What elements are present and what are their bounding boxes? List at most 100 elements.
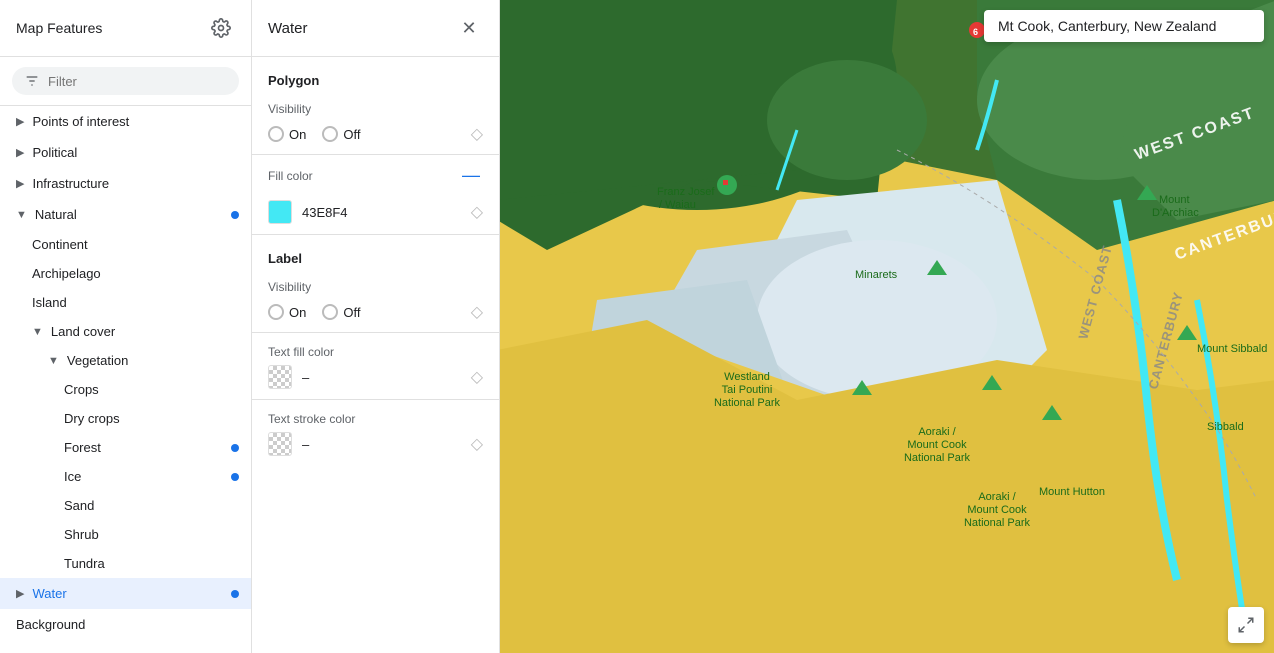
- label-radio-off-circle: [322, 304, 338, 320]
- sidebar-item-dry-crops[interactable]: Dry crops: [0, 404, 251, 433]
- sidebar-item-tundra[interactable]: Tundra: [0, 549, 251, 578]
- chevron-right-icon: ▶: [16, 146, 24, 159]
- radio-on-circle: [268, 126, 284, 142]
- sidebar-item-infrastructure[interactable]: ▶ Infrastructure: [0, 168, 251, 199]
- fill-color-value-row: 43E8F4 ◇: [252, 196, 499, 234]
- chevron-down-icon: ▼: [48, 355, 59, 367]
- settings-button[interactable]: [207, 14, 235, 42]
- on-label: On: [289, 305, 306, 320]
- sidebar-item-forest[interactable]: Forest: [0, 433, 251, 462]
- svg-text:Mount Hutton: Mount Hutton: [1039, 486, 1105, 498]
- fill-color-swatch[interactable]: [268, 200, 292, 224]
- text-stroke-color-label: Text stroke color: [268, 412, 355, 426]
- label-visibility-row: On Off ◇: [252, 298, 499, 332]
- visibility-on-option[interactable]: On: [268, 126, 306, 142]
- sidebar-item-label: Shrub: [64, 527, 99, 542]
- label-visibility-off-option[interactable]: Off: [322, 304, 360, 320]
- text-stroke-color-value: –: [302, 437, 461, 452]
- sidebar-item-water[interactable]: ▶ Water: [0, 578, 251, 609]
- fill-color-label: Fill color: [268, 169, 313, 183]
- modified-dot: [231, 473, 239, 481]
- svg-text:Franz Josef: Franz Josef: [657, 186, 715, 198]
- sidebar-item-natural[interactable]: ▼ Natural: [0, 199, 251, 230]
- sidebar-item-label: Ice: [64, 469, 81, 484]
- sidebar-item-label: Sand: [64, 498, 94, 513]
- modified-dot: [231, 444, 239, 452]
- chevron-right-icon: ▶: [16, 587, 24, 600]
- text-stroke-color-swatch[interactable]: [268, 432, 292, 456]
- diamond-icon[interactable]: ◇: [471, 302, 483, 322]
- sidebar-item-shrub[interactable]: Shrub: [0, 520, 251, 549]
- sidebar-item-crops[interactable]: Crops: [0, 375, 251, 404]
- modified-dot: [231, 590, 239, 598]
- map-expand-button[interactable]: [1228, 607, 1264, 643]
- sidebar-item-label: Land cover: [51, 324, 115, 339]
- text-fill-color-value: –: [302, 370, 461, 385]
- modified-dot: [231, 211, 239, 219]
- svg-text:National Park: National Park: [904, 452, 971, 464]
- diamond-icon[interactable]: ◇: [471, 124, 483, 144]
- sidebar-item-label: Political: [32, 145, 77, 160]
- diamond-icon[interactable]: ◇: [471, 434, 483, 454]
- sidebar-item-label: Points of interest: [32, 114, 129, 129]
- diamond-icon[interactable]: ◇: [471, 367, 483, 387]
- sidebar-item-sand[interactable]: Sand: [0, 491, 251, 520]
- polygon-section-title: Polygon: [252, 57, 499, 92]
- expand-icon: [1237, 616, 1255, 634]
- svg-text:Minarets: Minarets: [855, 269, 898, 281]
- sidebar-item-label: Island: [32, 295, 67, 310]
- filter-input[interactable]: [48, 74, 227, 89]
- sidebar-item-label: Continent: [32, 237, 88, 252]
- left-panel: Map Features ▶ Points of interest ▶ Poli…: [0, 0, 252, 653]
- mid-header: Water ✕: [252, 0, 499, 57]
- sidebar-item-vegetation[interactable]: ▼ Vegetation: [0, 346, 251, 375]
- text-fill-color-swatch[interactable]: [268, 365, 292, 389]
- map-search-value: Mt Cook, Canterbury, New Zealand: [998, 18, 1216, 34]
- off-label: Off: [343, 127, 360, 142]
- off-label: Off: [343, 305, 360, 320]
- mid-panel: Water ✕ Polygon Visibility On Off ◇ Fill…: [252, 0, 500, 653]
- sidebar-item-land-cover[interactable]: ▼ Land cover: [0, 317, 251, 346]
- radio-off-circle: [322, 126, 338, 142]
- text-stroke-label-row: Text stroke color: [252, 400, 499, 430]
- svg-text:6: 6: [973, 27, 978, 37]
- on-label: On: [289, 127, 306, 142]
- sidebar-item-political[interactable]: ▶ Political: [0, 137, 251, 168]
- label-visibility-label: Visibility: [252, 270, 499, 298]
- text-stroke-color-row: – ◇: [252, 430, 499, 466]
- sidebar-item-label: Crops: [64, 382, 99, 397]
- svg-text:Aoraki /: Aoraki /: [978, 491, 1016, 503]
- sidebar-item-label: Natural: [35, 207, 77, 222]
- label-visibility-on-option[interactable]: On: [268, 304, 306, 320]
- svg-text:Aoraki /: Aoraki /: [918, 426, 956, 438]
- svg-text:Tai Poutini: Tai Poutini: [722, 384, 773, 396]
- chevron-right-icon: ▶: [16, 115, 24, 128]
- sidebar-item-label: Dry crops: [64, 411, 120, 426]
- svg-text:D'Archiac: D'Archiac: [1152, 207, 1199, 219]
- sidebar-item-label: Forest: [64, 440, 101, 455]
- label-section-title: Label: [252, 235, 499, 270]
- visibility-off-option[interactable]: Off: [322, 126, 360, 142]
- svg-text:Sibbald: Sibbald: [1207, 421, 1244, 433]
- map-search-bar: Mt Cook, Canterbury, New Zealand: [984, 10, 1264, 42]
- sidebar-item-label: Vegetation: [67, 353, 128, 368]
- svg-text:Mount Cook: Mount Cook: [907, 439, 967, 451]
- sidebar-item-points-of-interest[interactable]: ▶ Points of interest: [0, 106, 251, 137]
- svg-text:/ Waiau: / Waiau: [659, 199, 696, 211]
- left-panel-title: Map Features: [16, 20, 102, 36]
- sidebar-item-archipelago[interactable]: Archipelago: [0, 259, 251, 288]
- left-header: Map Features: [0, 0, 251, 57]
- fill-color-reset-button[interactable]: —: [459, 165, 483, 186]
- sidebar-item-island[interactable]: Island: [0, 288, 251, 317]
- sidebar-item-label: Tundra: [64, 556, 105, 571]
- sidebar-item-ice[interactable]: Ice: [0, 462, 251, 491]
- diamond-icon[interactable]: ◇: [471, 202, 483, 222]
- sidebar-item-continent[interactable]: Continent: [0, 230, 251, 259]
- svg-text:Mount Cook: Mount Cook: [967, 504, 1027, 516]
- chevron-down-icon: ▼: [32, 326, 43, 338]
- filter-bar: [0, 57, 251, 106]
- sidebar-item-background[interactable]: Background: [0, 609, 251, 640]
- svg-text:Mount Sibbald: Mount Sibbald: [1197, 343, 1267, 355]
- chevron-right-icon: ▶: [16, 177, 24, 190]
- close-button[interactable]: ✕: [455, 14, 483, 42]
